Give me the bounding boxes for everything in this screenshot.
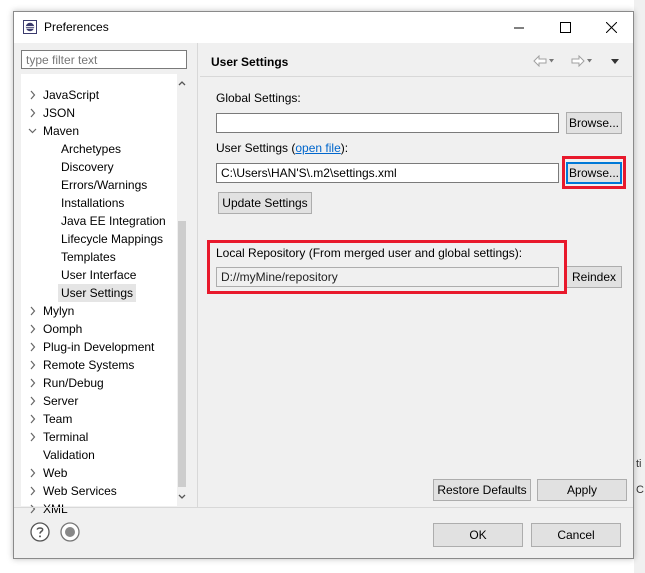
global-settings-field[interactable] [216, 113, 559, 133]
tree-item-label: Team [43, 412, 73, 426]
chevron-down-icon[interactable] [27, 122, 39, 140]
tree-item-label: Installations [61, 196, 125, 210]
chevron-right-icon[interactable] [27, 302, 39, 320]
tree-item-label: Validation [43, 448, 95, 462]
scroll-up-arrow[interactable] [177, 76, 187, 90]
filter-input[interactable]: type filter text [21, 50, 187, 69]
user-settings-field[interactable]: C:\Users\HAN'S\.m2\settings.xml [216, 163, 559, 183]
preferences-dialog: Preferences type filter text JavaScript J… [13, 11, 634, 559]
back-arrow-icon [533, 55, 554, 67]
ok-button[interactable]: OK [433, 523, 523, 547]
user-settings-text: User Settings [216, 141, 289, 155]
chevron-right-icon[interactable] [27, 464, 39, 482]
chevron-right-icon[interactable] [27, 482, 39, 500]
preference-tree: JavaScript JSON Maven Archetypes Discovery Er… [21, 74, 187, 516]
tree-item-label: Web Services [43, 484, 117, 498]
chevron-right-icon[interactable] [27, 356, 39, 374]
tree-item-label: Lifecycle Mappings [61, 232, 164, 246]
highlight-box-local-repo [207, 240, 567, 294]
highlight-box-browse [562, 156, 626, 189]
maximize-icon [559, 22, 571, 33]
tree-item-label: Plug-in Development [43, 340, 155, 354]
restore-defaults-button[interactable]: Restore Defaults [433, 479, 531, 501]
tree-item-label: Run/Debug [43, 376, 104, 390]
chevron-right-icon[interactable] [27, 410, 39, 428]
tree-item-label: Mylyn [43, 304, 75, 318]
tree-item-label: Java EE Integration [61, 214, 166, 228]
global-browse-button[interactable]: Browse... [566, 112, 622, 134]
tree-item-label: JavaScript [43, 88, 100, 102]
tree-item-label: Oomph [43, 322, 83, 336]
tree-item-label: Archetypes [61, 142, 122, 156]
back-button[interactable] [533, 54, 555, 68]
chevron-up-icon [178, 81, 186, 86]
chevron-right-icon[interactable] [27, 500, 39, 518]
open-file-link[interactable]: open file [295, 141, 340, 155]
help-icon[interactable] [30, 522, 50, 542]
reindex-button[interactable]: Reindex [566, 266, 622, 288]
chevron-right-icon[interactable] [27, 338, 39, 356]
tree-item-label: User Interface [61, 268, 137, 282]
forward-arrow-icon [571, 55, 592, 67]
page-title: User Settings [211, 55, 289, 69]
tree-item-label: Server [43, 394, 79, 408]
footer-separator [14, 507, 633, 508]
chevron-right-icon[interactable] [27, 86, 39, 104]
minimize-button[interactable] [496, 12, 542, 43]
title-bar: Preferences [14, 12, 633, 43]
maximize-button[interactable] [542, 12, 588, 43]
tree-item-label: Remote Systems [43, 358, 135, 372]
chevron-down-icon [178, 494, 186, 499]
chevron-right-icon[interactable] [27, 320, 39, 338]
tree-item-label: JSON [43, 106, 76, 120]
tree-item-label: Discovery [61, 160, 114, 174]
scroll-down-arrow[interactable] [177, 490, 187, 504]
tree-item-label: User Settings [58, 284, 137, 302]
tree-item-label: Errors/Warnings [61, 178, 148, 192]
chevron-right-icon[interactable] [27, 392, 39, 410]
close-button[interactable] [588, 12, 634, 43]
eclipse-app-icon [23, 20, 37, 34]
panel-divider[interactable] [197, 43, 198, 507]
background-fragment: ti [636, 458, 642, 470]
user-settings-label: User Settings (open file): [216, 141, 349, 155]
tree-item-label: Maven [43, 124, 80, 138]
tree-item-label: Terminal [43, 430, 89, 444]
tree-scroll-thumb[interactable] [178, 221, 186, 487]
window-title: Preferences [44, 20, 109, 34]
header-separator [200, 76, 632, 77]
apply-button[interactable]: Apply [537, 479, 627, 501]
tree-item-label: Templates [61, 250, 116, 264]
chevron-right-icon[interactable] [27, 428, 39, 446]
chevron-right-icon[interactable] [27, 104, 39, 122]
update-settings-button[interactable]: Update Settings [218, 192, 312, 214]
cancel-button[interactable]: Cancel [531, 523, 621, 547]
close-icon [605, 22, 617, 33]
record-macro-icon[interactable] [60, 522, 80, 542]
chevron-right-icon[interactable] [27, 374, 39, 392]
tree-item-label: XML [43, 502, 68, 516]
tree-item-label: Web [43, 466, 68, 480]
background-fragment: C [636, 484, 644, 496]
menu-down-icon [611, 59, 619, 64]
view-menu-button[interactable] [610, 54, 620, 68]
minimize-icon [514, 27, 524, 28]
global-settings-label: Global Settings: [216, 91, 301, 105]
forward-button[interactable] [571, 54, 593, 68]
